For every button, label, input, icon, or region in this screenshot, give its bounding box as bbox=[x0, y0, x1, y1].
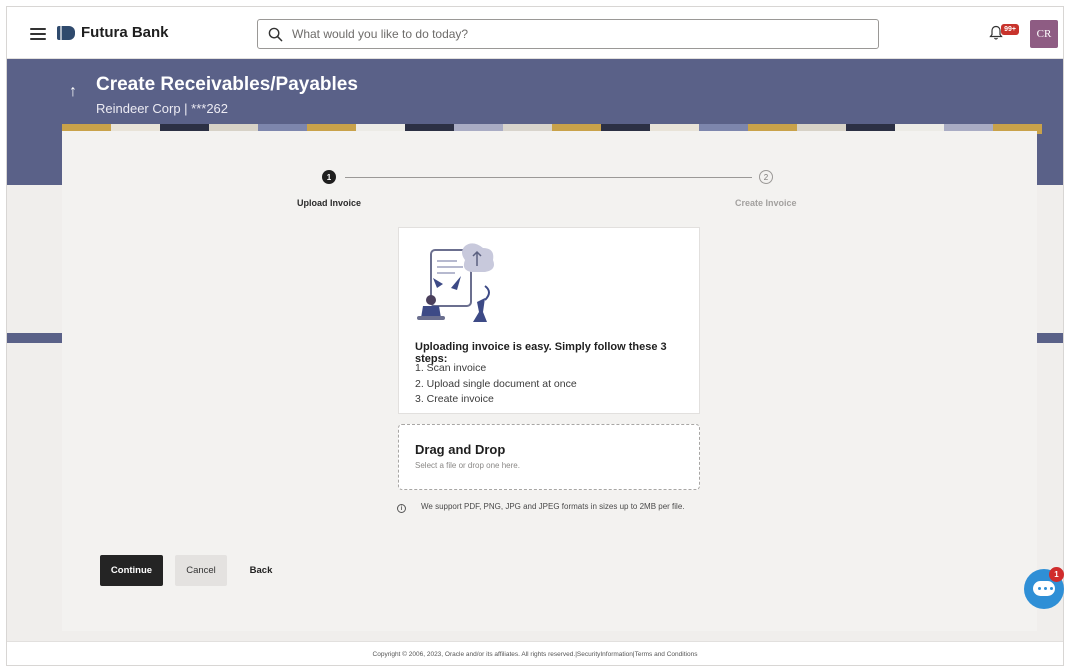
search-input[interactable] bbox=[292, 27, 852, 41]
stepper-line bbox=[345, 177, 752, 178]
file-dropzone[interactable]: Drag and Drop Select a file or drop one … bbox=[398, 424, 700, 490]
app-frame: Futura Bank 99+ CR ↑ Create Receivables/… bbox=[6, 6, 1064, 666]
step-1-indicator: 1 bbox=[322, 170, 336, 184]
user-avatar[interactable]: CR bbox=[1030, 20, 1058, 48]
account-subtitle: Reindeer Corp | ***262 bbox=[96, 101, 229, 116]
chat-dots-icon bbox=[1038, 587, 1053, 590]
back-button[interactable]: Back bbox=[241, 555, 281, 586]
top-header: Futura Bank 99+ CR bbox=[7, 7, 1063, 59]
menu-icon[interactable] bbox=[30, 28, 46, 40]
brand-name: Futura Bank bbox=[81, 24, 169, 41]
decorative-strip bbox=[1037, 333, 1063, 343]
instructions-list: 1. Scan invoice 2. Upload single documen… bbox=[415, 361, 577, 408]
instruction-step: 3. Create invoice bbox=[415, 393, 494, 405]
page-footer: Copyright © 2006, 2023, Oracle and/or it… bbox=[7, 641, 1063, 665]
brand-logo[interactable]: Futura Bank bbox=[57, 24, 169, 41]
step-1-label: Upload Invoice bbox=[297, 198, 362, 208]
dropzone-title: Drag and Drop bbox=[415, 442, 506, 457]
instruction-step: 2. Upload single document at once bbox=[415, 377, 577, 390]
step-2-indicator: 2 bbox=[759, 170, 773, 184]
main-panel: 1 2 Upload Invoice Create Invoice Upload… bbox=[62, 131, 1037, 631]
supported-formats-note: We support PDF, PNG, JPG and JPEG format… bbox=[421, 502, 685, 511]
upload-document-illustration-icon bbox=[417, 243, 494, 322]
cancel-button[interactable]: Cancel bbox=[175, 555, 227, 586]
bank-logo-icon bbox=[57, 25, 75, 40]
search-bar[interactable] bbox=[257, 19, 879, 49]
search-icon bbox=[268, 27, 283, 41]
instructions-card: Uploading invoice is easy. Simply follow… bbox=[398, 227, 700, 414]
notification-badge: 99+ bbox=[1001, 24, 1019, 35]
dropzone-hint: Select a file or drop one here. bbox=[415, 461, 520, 470]
instruction-step: 1. Scan invoice bbox=[415, 362, 487, 374]
page-title: Create Receivables/Payables bbox=[96, 74, 358, 95]
decorative-strip bbox=[7, 333, 62, 343]
step-2-label: Create Invoice bbox=[735, 198, 797, 208]
continue-button[interactable]: Continue bbox=[100, 555, 163, 586]
info-icon: i bbox=[397, 504, 406, 513]
chat-badge: 1 bbox=[1049, 567, 1064, 582]
back-arrow-icon[interactable]: ↑ bbox=[69, 83, 77, 101]
